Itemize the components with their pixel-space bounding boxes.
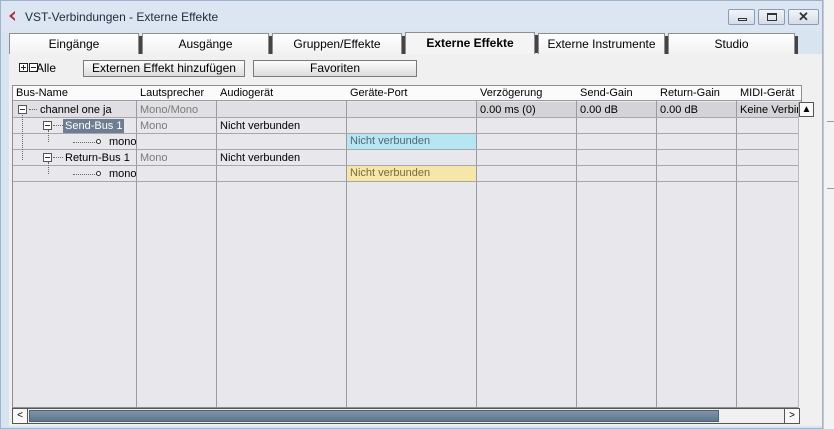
tab-bar: Eingänge Ausgänge Gruppen/Effekte Extern…	[9, 32, 822, 54]
channel-return-gain[interactable]: 0.00 dB	[660, 103, 698, 117]
tab-externe-instrumente[interactable]: Externe Instrumente	[538, 33, 668, 54]
column-header-device-port[interactable]: Geräte-Port	[350, 87, 407, 99]
port-connector-icon	[96, 139, 101, 144]
return-mono-name[interactable]: mono	[109, 167, 137, 181]
send-device-port[interactable]: Nicht verbunden	[347, 134, 476, 149]
return-bus-audio-device[interactable]: Nicht verbunden	[220, 151, 300, 165]
vertical-scrollbar[interactable]: ▲	[798, 102, 814, 408]
cubase-app-icon	[9, 11, 15, 21]
tab-ausgaenge[interactable]: Ausgänge	[142, 33, 272, 54]
background-window-edge	[823, 0, 834, 429]
close-button[interactable]: ✕	[788, 9, 819, 25]
return-bus-speaker[interactable]: Mono	[140, 151, 168, 165]
scroll-right-icon[interactable]: >	[784, 409, 799, 423]
scroll-up-icon[interactable]: ▲	[799, 102, 814, 117]
tab-eingaenge[interactable]: Eingänge	[9, 33, 142, 54]
horizontal-scrollbar[interactable]: < >	[12, 408, 800, 424]
toolbar: Alle Externen Effekt hinzufügen Favorite…	[9, 54, 822, 84]
column-header-audio-device[interactable]: Audiogerät	[220, 87, 273, 99]
close-icon: ✕	[798, 9, 809, 24]
column-header-send-gain[interactable]: Send-Gain	[580, 87, 633, 99]
connections-table: Bus-Name Lautsprecher Audiogerät Geräte-…	[12, 85, 802, 408]
column-header-speaker[interactable]: Lautsprecher	[140, 87, 204, 99]
return-bus-name[interactable]: Return-Bus 1	[65, 151, 130, 165]
scroll-left-icon[interactable]: <	[13, 409, 28, 423]
return-device-port[interactable]: Nicht verbunden	[347, 166, 476, 181]
maximize-button[interactable]	[758, 9, 785, 25]
collapse-return-bus-icon[interactable]	[43, 153, 52, 162]
column-header-bus-name[interactable]: Bus-Name	[16, 87, 68, 99]
collapse-send-bus-icon[interactable]	[43, 121, 52, 130]
channel-speaker[interactable]: Mono/Mono	[140, 103, 198, 117]
tab-externe-effekte[interactable]: Externe Effekte	[405, 32, 538, 54]
send-bus-speaker[interactable]: Mono	[140, 119, 168, 133]
minimize-button[interactable]	[728, 9, 755, 25]
column-header-delay[interactable]: Verzögerung	[480, 87, 542, 99]
channel-midi-device[interactable]: Keine Verbin	[740, 103, 798, 117]
tab-studio[interactable]: Studio	[668, 33, 798, 54]
expand-all-icon[interactable]	[19, 63, 28, 72]
column-header-return-gain[interactable]: Return-Gain	[660, 87, 720, 99]
add-external-effect-button[interactable]: Externen Effekt hinzufügen	[83, 60, 245, 77]
minimize-icon	[738, 18, 747, 21]
window-title: VST-Verbindungen - Externe Effekte	[25, 10, 219, 24]
table-header: Bus-Name Lautsprecher Audiogerät Geräte-…	[13, 86, 801, 101]
column-header-midi-device[interactable]: MIDI-Gerät	[740, 87, 794, 99]
all-label: Alle	[36, 61, 57, 75]
favorites-button[interactable]: Favoriten	[253, 60, 417, 77]
port-connector-icon	[96, 171, 101, 176]
channel-send-gain[interactable]: 0.00 dB	[580, 103, 618, 117]
send-bus-audio-device[interactable]: Nicht verbunden	[220, 119, 300, 133]
title-bar[interactable]: VST-Verbindungen - Externe Effekte ✕	[1, 1, 822, 31]
send-bus-name[interactable]: Send-Bus 1	[63, 119, 125, 133]
channel-name[interactable]: channel one ja	[40, 103, 112, 117]
horizontal-scroll-thumb[interactable]	[29, 410, 719, 422]
channel-delay[interactable]: 0.00 ms (0)	[480, 103, 536, 117]
send-mono-name[interactable]: mono	[109, 135, 137, 149]
vst-connections-window: VST-Verbindungen - Externe Effekte ✕ Ein…	[0, 0, 823, 429]
tab-gruppen-effekte[interactable]: Gruppen/Effekte	[272, 33, 405, 54]
collapse-channel-icon[interactable]	[18, 105, 27, 114]
maximize-icon	[767, 13, 777, 21]
connections-table-area: Bus-Name Lautsprecher Audiogerät Geräte-…	[9, 84, 822, 426]
